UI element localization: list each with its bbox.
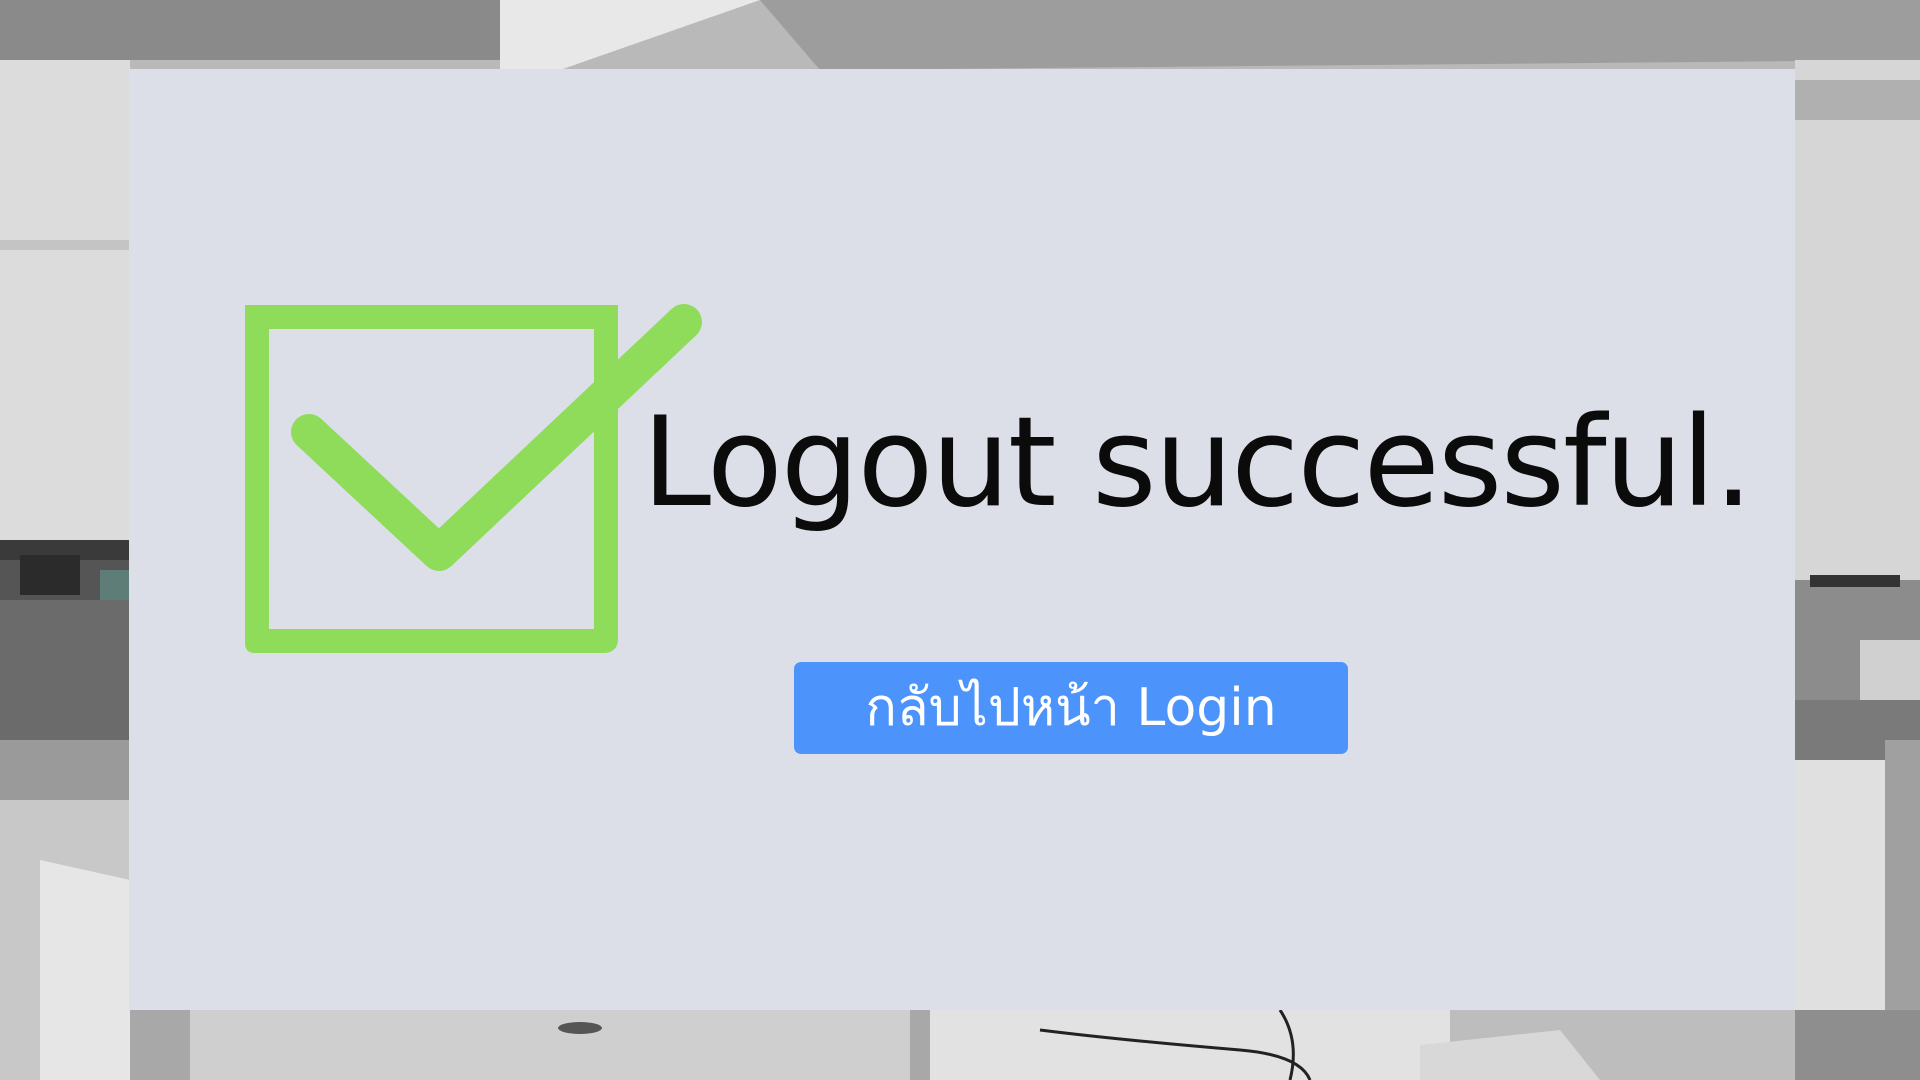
back-to-login-button[interactable]: กลับไปหน้า Login [794,662,1348,754]
logout-message: Logout successful. [642,391,1753,535]
logout-card: Logout successful. กลับไปหน้า Login [129,69,1795,1010]
check-box-icon [245,304,702,653]
